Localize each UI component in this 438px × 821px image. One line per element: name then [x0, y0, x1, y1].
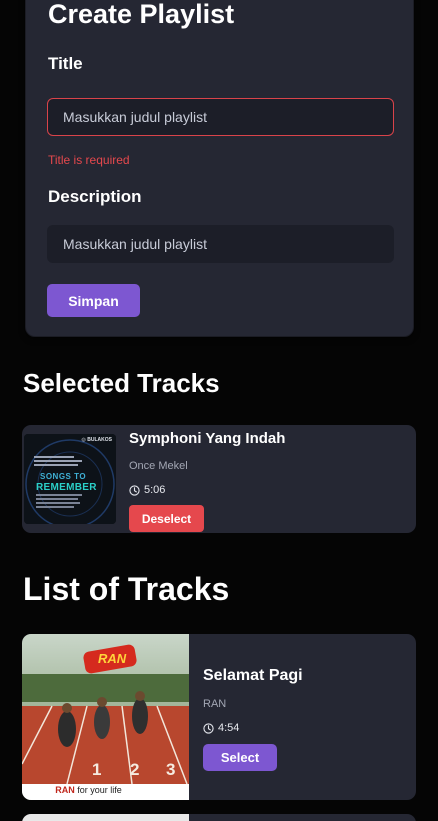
track-artist: RAN: [203, 698, 227, 710]
description-label: Description: [48, 187, 142, 206]
album-cover-image: RAN 1 2 3 RAN for your life: [22, 634, 189, 800]
track-card: RAN 1 2 3 RAN for your life Selamat Pagi…: [22, 634, 416, 800]
title-input[interactable]: Masukkan judul playlist: [47, 98, 394, 136]
album-cover-logo: ◎ BULAKOS: [81, 437, 112, 443]
selected-track-card: ◎ BULAKOS SONGS TO REMEMBER Symphoni Yan…: [22, 425, 416, 533]
select-button[interactable]: Select: [203, 744, 277, 771]
clock-icon: [203, 722, 214, 734]
track-duration-value: 4:54: [218, 722, 240, 734]
album-cover-text-line2: REMEMBER: [36, 482, 97, 493]
track-artist: Once Mekel: [129, 460, 188, 472]
album-cover-logo: RAN: [98, 651, 127, 666]
title-error-message: Title is required: [48, 153, 130, 167]
form-heading: Create Playlist: [48, 0, 235, 29]
track-card-partial: [22, 814, 416, 821]
create-playlist-form: Create Playlist Title Masukkan judul pla…: [25, 0, 414, 337]
track-title: Symphoni Yang Indah: [129, 430, 286, 447]
save-button[interactable]: Simpan: [47, 284, 140, 317]
track-title: Selamat Pagi: [203, 667, 303, 684]
album-cover-image: ◎ BULAKOS SONGS TO REMEMBER: [24, 434, 116, 524]
track-duration: 5:06: [129, 484, 165, 496]
selected-tracks-heading: Selected Tracks: [23, 368, 220, 398]
deselect-button[interactable]: Deselect: [129, 505, 204, 532]
album-cover-caption-bold: RAN: [55, 785, 75, 795]
album-cover-text-line1: SONGS TO: [40, 472, 87, 481]
track-duration-value: 5:06: [144, 484, 166, 496]
list-of-tracks-heading: List of Tracks: [23, 571, 230, 607]
album-cover-caption: RAN for your life: [22, 785, 155, 795]
lane-number-3: 3: [166, 760, 176, 779]
description-input[interactable]: Masukkan judul playlist: [47, 225, 394, 263]
album-cover-caption-rest: for your life: [74, 785, 122, 795]
lane-number-1: 1: [92, 760, 102, 779]
lane-number-2: 2: [130, 760, 140, 779]
clock-icon: [129, 484, 140, 496]
track-duration: 4:54: [203, 722, 239, 734]
title-label: Title: [48, 54, 83, 73]
album-cover-image: [22, 814, 189, 821]
